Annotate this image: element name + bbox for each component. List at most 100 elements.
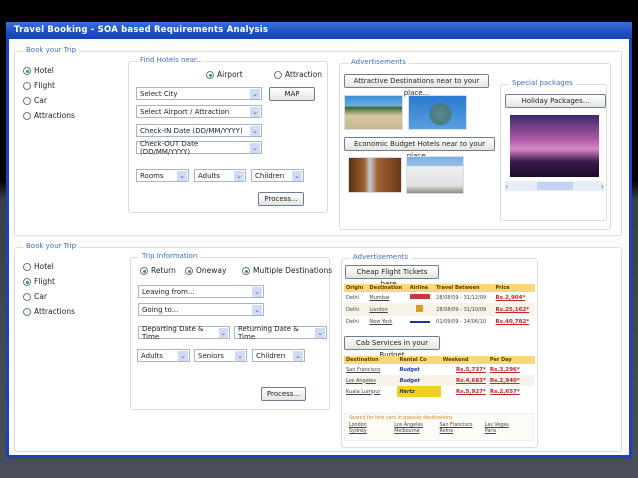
- destination-link[interactable]: London: [367, 303, 408, 316]
- radio-icon: [23, 307, 31, 316]
- cab-services-button[interactable]: Cab Services in your Budget: [344, 336, 440, 359]
- attractive-destinations-button[interactable]: Attractive Destinations near to your pla…: [344, 74, 489, 97]
- image-scrollbar[interactable]: ‹ ›: [505, 181, 604, 191]
- children-select[interactable]: Children ⌄: [251, 169, 304, 182]
- column-header: Origin: [344, 284, 368, 292]
- radio-label: Attractions: [34, 111, 75, 120]
- statue-of-liberty-image[interactable]: [408, 95, 467, 130]
- price-link[interactable]: Rs.5,927*: [441, 386, 488, 397]
- column-header: Per Day: [487, 356, 535, 364]
- dates-cell: 28/08/09 - 31/12/09: [436, 294, 487, 301]
- radio-car[interactable]: Car: [23, 96, 75, 105]
- holiday-packages-button[interactable]: Holiday Packages...: [505, 94, 606, 108]
- table-row: Delhi London 28/08/09 - 31/10/09 Rs.25,162*: [344, 303, 535, 316]
- destination-link[interactable]: Las Vegas: [485, 423, 529, 428]
- destination-link[interactable]: Rome: [440, 429, 484, 434]
- radio-label: Flight: [34, 277, 55, 286]
- price-link[interactable]: Rs.5,737*: [441, 364, 488, 375]
- price-link[interactable]: Rs.2,657*: [488, 386, 535, 397]
- destination-link[interactable]: New York: [367, 316, 407, 327]
- airline-logo: [408, 292, 434, 303]
- rental-logo: Hertz: [397, 386, 441, 397]
- price-link[interactable]: Rs.25,162*: [493, 303, 535, 316]
- select-value: Rooms: [140, 171, 164, 180]
- radio-icon: [185, 266, 193, 275]
- destination-link[interactable]: Paris: [485, 429, 529, 434]
- destination-link[interactable]: San Francisco: [440, 423, 484, 428]
- popular-destinations-box: Search for hire cars in popular destinat…: [344, 413, 534, 441]
- seniors-select[interactable]: Seniors ⌄: [194, 349, 247, 362]
- holiday-package-image[interactable]: [510, 115, 599, 177]
- column-header: Destination: [344, 356, 398, 364]
- price-link[interactable]: Rs.2,904*: [493, 292, 535, 303]
- chevron-down-icon: ⌄: [250, 125, 260, 136]
- destination-link[interactable]: London: [349, 423, 393, 428]
- radio-attraction[interactable]: Attraction: [274, 70, 322, 79]
- table-row: Kuala Lumpur Hertz Rs.5,927* Rs.2,657*: [344, 386, 535, 397]
- radio-icon: [140, 266, 148, 275]
- select-value: Check-OUT Date (DD/MM/YYYY): [140, 139, 199, 156]
- radio-icon: [23, 262, 31, 271]
- departing-select[interactable]: Departing Date & Time ⌄: [138, 325, 230, 341]
- radio-multiple-destinations[interactable]: Multiple Destinations: [242, 266, 332, 275]
- radio-flight[interactable]: Flight: [23, 81, 75, 90]
- price-link[interactable]: Rs.3,296*: [488, 364, 535, 375]
- destination-link[interactable]: Kuala Lumpur: [344, 386, 397, 397]
- beach-image[interactable]: [344, 95, 403, 130]
- returning-select[interactable]: Returning Date & Time ⌄: [234, 325, 327, 341]
- select-value: Adults: [141, 351, 163, 360]
- radio-oneway[interactable]: Oneway: [185, 266, 226, 275]
- adults-select[interactable]: Adults ⌄: [194, 169, 246, 182]
- radio-label: Oneway: [196, 266, 227, 275]
- radio-return[interactable]: Return: [140, 266, 176, 275]
- select-value: Seniors: [198, 351, 224, 360]
- rooms-select[interactable]: Rooms ⌄: [136, 169, 189, 182]
- airline-logo: [408, 316, 434, 327]
- radio-icon: [23, 96, 31, 105]
- children-select[interactable]: Children ⌄: [252, 349, 305, 362]
- radio-label: Attractions: [34, 307, 75, 316]
- leaving-from-select[interactable]: Leaving from... ⌄: [138, 285, 264, 298]
- destination-link[interactable]: Melbourne: [394, 429, 438, 434]
- rental-logo: Budget: [397, 375, 441, 386]
- airport-select[interactable]: Select Airport / Attraction ⌄: [136, 105, 262, 118]
- radio-attractions[interactable]: Attractions: [23, 111, 75, 120]
- radio-icon: [23, 111, 31, 120]
- radio-hotel[interactable]: Hotel: [23, 66, 75, 75]
- adults-select[interactable]: Adults ⌄: [137, 349, 190, 362]
- checkout-select[interactable]: Check-OUT Date (DD/MM/YYYY) ⌄: [136, 139, 262, 156]
- process-button[interactable]: Process...: [258, 192, 304, 206]
- hotel-room-image[interactable]: [348, 157, 402, 193]
- cheap-flights-button[interactable]: Cheap Flight Tickets here...: [345, 265, 439, 288]
- checkin-select[interactable]: Check-IN Date (DD/MM/YYYY) ⌄: [136, 124, 262, 137]
- chevron-left-icon[interactable]: ‹: [505, 182, 508, 191]
- radio-attractions[interactable]: Attractions: [23, 307, 75, 316]
- destination-link[interactable]: Mumbai: [367, 292, 407, 303]
- radio-flight[interactable]: Flight: [23, 277, 75, 286]
- frame-legend: Advertisements: [350, 253, 412, 261]
- destination-link[interactable]: San Francisco: [344, 364, 397, 375]
- radio-airport[interactable]: Airport: [206, 70, 243, 79]
- radio-hotel[interactable]: Hotel: [23, 262, 75, 271]
- radio-label: Hotel: [34, 262, 54, 271]
- map-button[interactable]: MAP: [269, 87, 315, 101]
- destination-link[interactable]: Sydney: [349, 429, 393, 434]
- frame-legend: Trip Information: [139, 252, 201, 260]
- dates-cell: 28/08/09 - 31/10/09: [434, 303, 494, 316]
- chevron-down-icon: ⌄: [177, 170, 187, 181]
- price-link[interactable]: Rs.4,683*: [440, 375, 488, 386]
- hotel-building-image[interactable]: [406, 156, 464, 194]
- chevron-down-icon: ⌄: [235, 350, 245, 361]
- chevron-right-icon[interactable]: ›: [601, 182, 604, 191]
- city-select[interactable]: Select City ⌄: [136, 87, 262, 100]
- price-link[interactable]: Rs.2,940*: [487, 375, 535, 386]
- radio-car[interactable]: Car: [23, 292, 75, 301]
- process-button[interactable]: Process...: [261, 387, 306, 401]
- scroll-thumb[interactable]: [536, 182, 573, 190]
- destination-link[interactable]: Los Angeles: [344, 375, 398, 386]
- going-to-select[interactable]: Going to... ⌄: [138, 303, 264, 316]
- price-link[interactable]: Rs.40,782*: [493, 316, 535, 327]
- destination-link[interactable]: Los Angeles: [394, 423, 438, 428]
- budget-hotels-button[interactable]: Economic Budget Hotels near to your plac…: [344, 137, 495, 160]
- chevron-down-icon: ⌄: [250, 142, 260, 153]
